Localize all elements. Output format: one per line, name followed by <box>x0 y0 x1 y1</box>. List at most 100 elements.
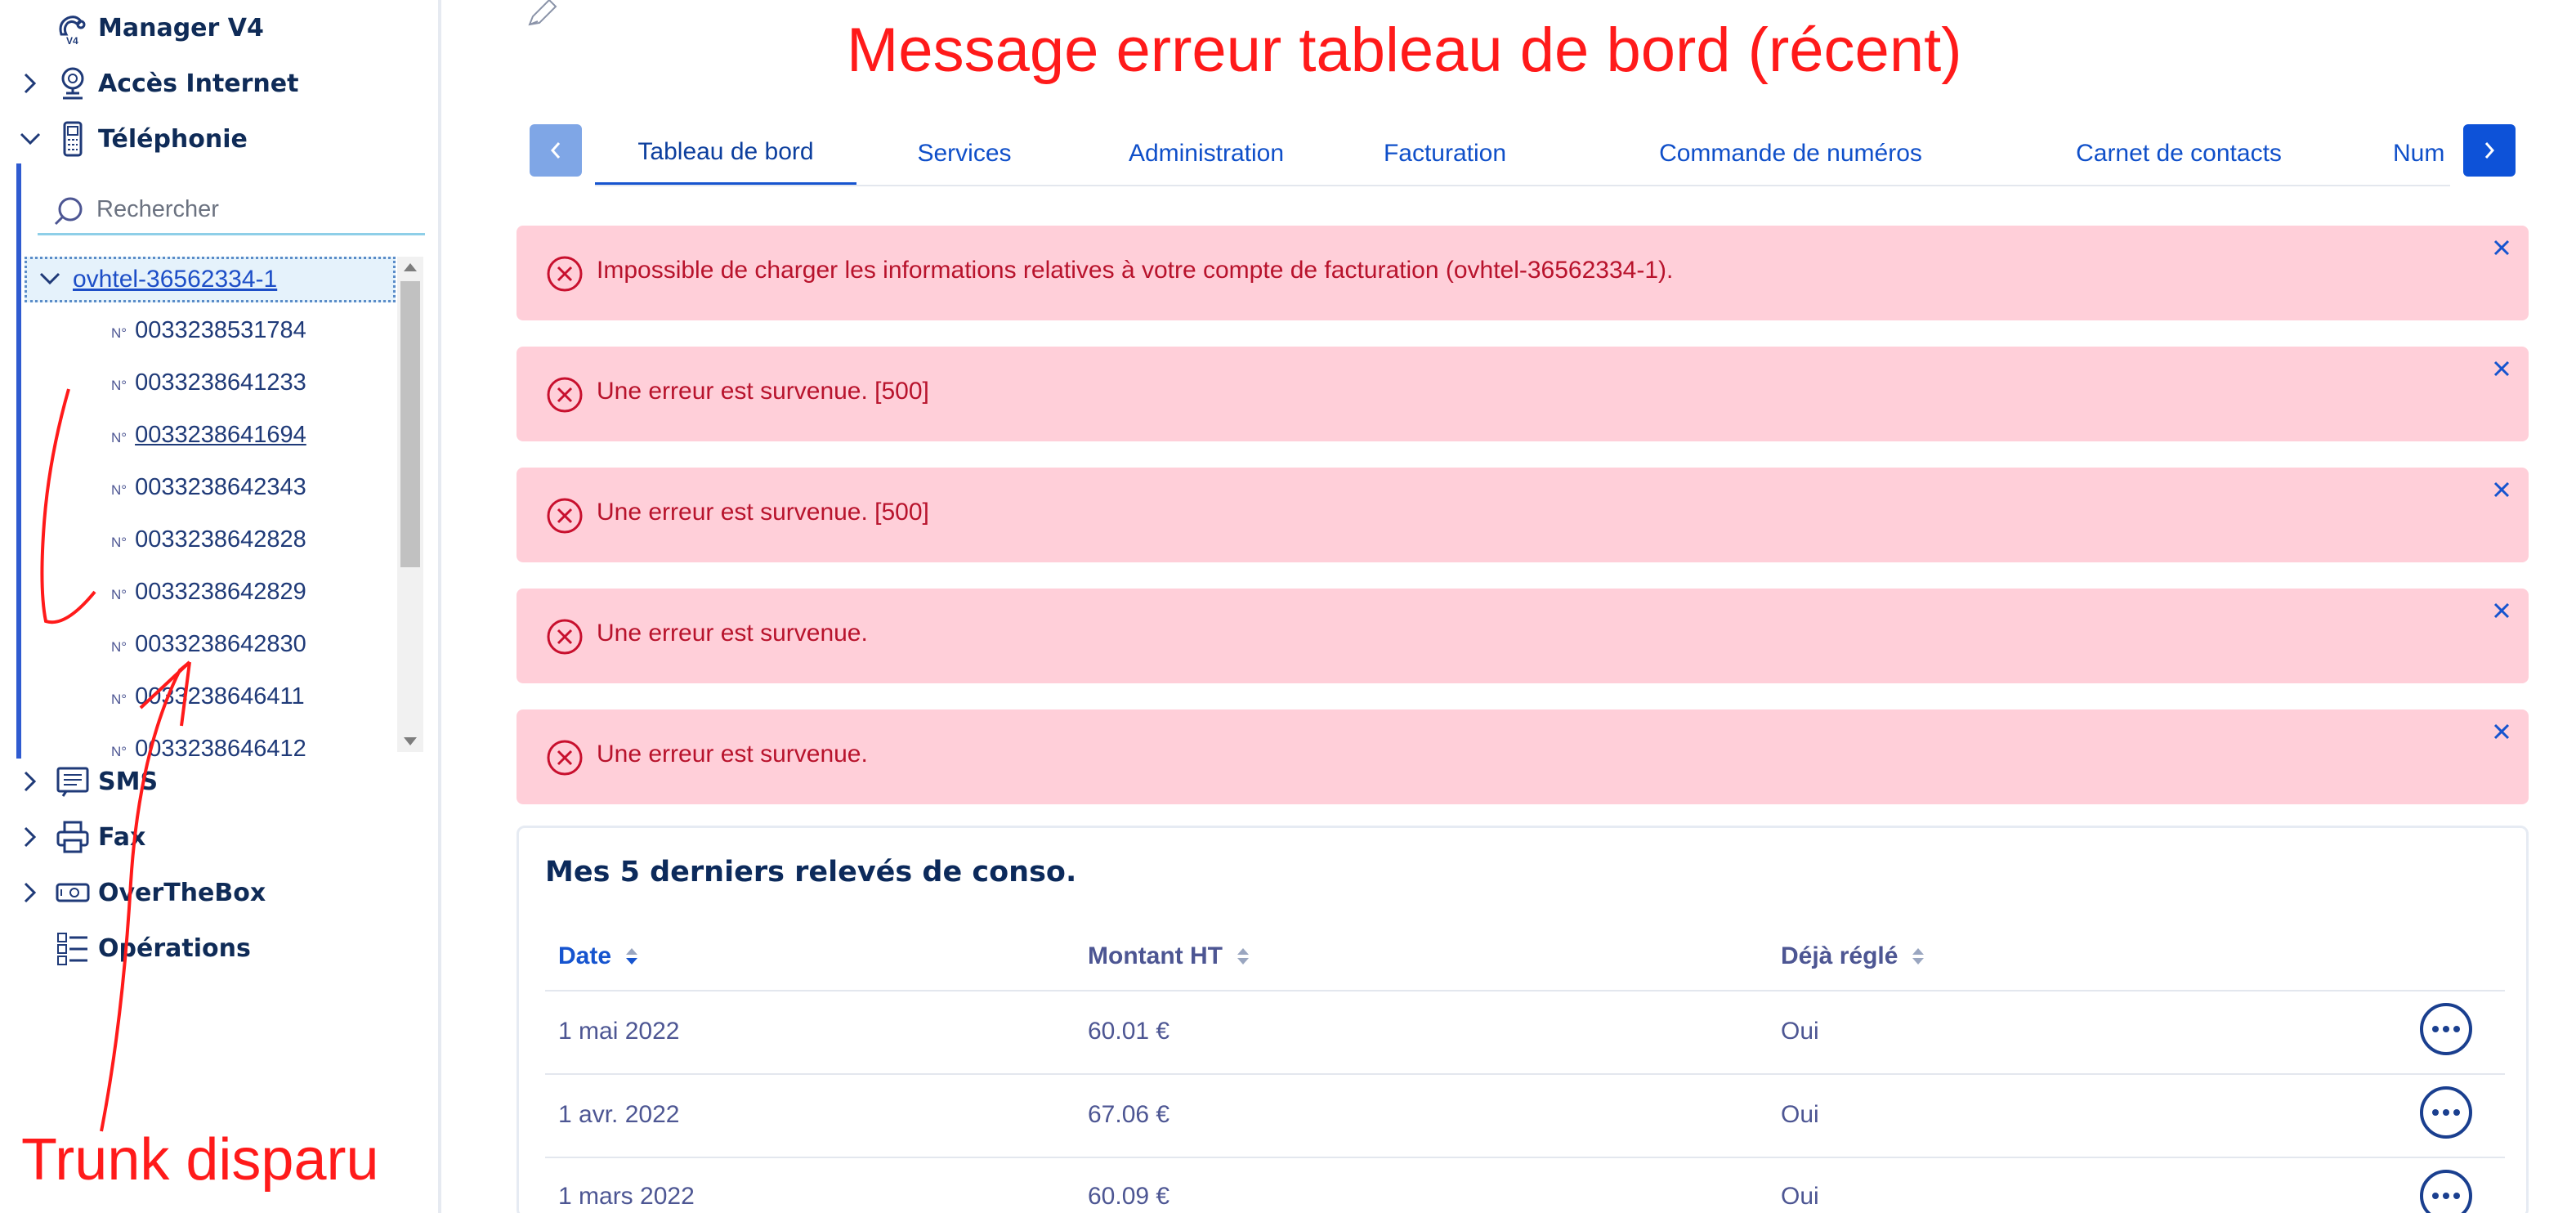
table-cell-amount: 60.01 € <box>1088 1018 1170 1045</box>
sidebar-item-label: OverTheBox <box>98 878 266 907</box>
sort-icon[interactable] <box>1912 948 1925 965</box>
sidebar-item-operations[interactable]: Opérations <box>0 924 441 973</box>
internet-access-icon <box>54 65 92 102</box>
number-value[interactable]: 0033238642828 <box>135 526 306 553</box>
error-alert: Une erreur est survenue. [500] <box>517 347 2529 441</box>
number-prefix: N° <box>111 692 127 707</box>
chevron-right-icon <box>2484 142 2495 159</box>
table-cell-paid: Oui <box>1781 1183 1819 1210</box>
chevron-down-icon[interactable] <box>38 269 61 292</box>
sidebar-item-label: Manager V4 <box>98 13 264 43</box>
close-icon[interactable] <box>2489 719 2514 744</box>
tabs-prev-button[interactable] <box>530 124 582 177</box>
tree-scrollbar[interactable] <box>397 257 423 752</box>
alert-message: Impossible de charger les informations r… <box>597 257 1674 284</box>
error-circle-icon <box>546 497 584 538</box>
tree-number-item[interactable]: N° 0033238641233 <box>111 369 306 402</box>
number-value[interactable]: 0033238531784 <box>135 317 306 344</box>
table-divider <box>545 1157 2505 1158</box>
number-prefix: N° <box>111 535 127 550</box>
sort-icon[interactable] <box>626 948 638 965</box>
tree-number-item[interactable]: N° 0033238642829 <box>111 579 306 611</box>
tree-number-item[interactable]: N° 0033238642343 <box>111 474 306 507</box>
column-header-label: Date <box>558 942 612 969</box>
sms-icon <box>54 763 92 800</box>
sidebar-item-sms[interactable]: SMS <box>0 757 441 806</box>
annotation-trunk: Trunk disparu <box>21 1127 379 1193</box>
sidebar-item-label: Opérations <box>98 933 251 963</box>
number-value[interactable]: 0033238642343 <box>135 474 306 501</box>
edit-pencil-icon[interactable] <box>526 0 559 31</box>
number-value[interactable]: 0033238646411 <box>135 683 305 710</box>
error-circle-icon <box>546 739 584 780</box>
tree-search-input[interactable]: Rechercher <box>38 186 425 235</box>
tree-root-label[interactable]: ovhtel-36562334-1 <box>73 266 277 293</box>
close-icon[interactable] <box>2489 598 2514 623</box>
number-value[interactable]: 0033238641694 <box>135 422 306 449</box>
row-actions-button[interactable] <box>2420 1086 2472 1139</box>
chevron-right-icon[interactable] <box>18 71 42 96</box>
table-cell-paid: Oui <box>1781 1018 1819 1045</box>
alert-message: Une erreur est survenue. [500] <box>597 378 929 405</box>
sidebar-item-manager-v4[interactable]: V4 Manager V4 <box>0 3 441 52</box>
error-alert: Une erreur est survenue. [500] <box>517 468 2529 562</box>
sidebar-item-internet[interactable]: Accès Internet <box>0 59 441 108</box>
close-icon[interactable] <box>2489 235 2514 260</box>
tab-num[interactable]: Num <box>2393 121 2450 185</box>
fax-icon <box>54 818 92 856</box>
chevron-left-icon <box>550 142 561 159</box>
table-cell-paid: Oui <box>1781 1101 1819 1128</box>
scroll-up-arrow-icon[interactable] <box>404 263 417 271</box>
tree-number-item[interactable]: N° 0033238641694 <box>111 422 306 454</box>
tabs-bar: Tableau de bord Services Administration … <box>595 121 2450 186</box>
row-actions-button[interactable] <box>2420 1003 2472 1055</box>
sidebar-item-fax[interactable]: Fax <box>0 812 441 862</box>
close-icon[interactable] <box>2489 356 2514 381</box>
number-value[interactable]: 0033238642829 <box>135 579 306 606</box>
v4-logo-icon: V4 <box>54 9 92 47</box>
alert-message: Une erreur est survenue. <box>597 620 868 647</box>
column-header-montant[interactable]: Montant HT <box>1088 942 1249 970</box>
tab-services[interactable]: Services <box>874 121 1054 185</box>
tab-commande-de-numeros[interactable]: Commande de numéros <box>1639 121 1942 185</box>
row-actions-button[interactable] <box>2420 1170 2472 1213</box>
close-icon[interactable] <box>2489 477 2514 502</box>
scroll-down-arrow-icon[interactable] <box>404 737 417 745</box>
column-header-deja-regle[interactable]: Déjà réglé <box>1781 942 1925 970</box>
operations-icon <box>54 929 92 967</box>
column-header-date[interactable]: Date <box>558 942 638 970</box>
tree-number-item[interactable]: N° 0033238642830 <box>111 631 306 664</box>
error-circle-icon <box>546 376 584 417</box>
search-placeholder: Rechercher <box>96 196 219 222</box>
chevron-right-icon[interactable] <box>18 825 42 849</box>
error-circle-icon <box>546 618 584 659</box>
number-prefix: N° <box>111 482 127 498</box>
tree-root-ovhtel[interactable]: ovhtel-36562334-1 <box>25 257 396 302</box>
sidebar-item-overthebox[interactable]: OverTheBox <box>0 868 441 917</box>
scrollbar-thumb[interactable] <box>400 281 420 567</box>
tab-tableau-de-bord[interactable]: Tableau de bord <box>595 121 856 185</box>
tab-carnet-de-contacts[interactable]: Carnet de contacts <box>2048 121 2310 185</box>
annotation-title: Message erreur tableau de bord (récent) <box>847 16 1962 85</box>
tree-number-item[interactable]: N° 0033238531784 <box>111 317 306 350</box>
conso-card: Mes 5 derniers relevés de conso. Date Mo… <box>517 826 2529 1213</box>
chevron-down-icon[interactable] <box>18 127 42 151</box>
error-alert: Une erreur est survenue. <box>517 709 2529 804</box>
number-value[interactable]: 0033238646412 <box>135 736 306 757</box>
error-alert: Une erreur est survenue. <box>517 589 2529 683</box>
table-cell-date: 1 mars 2022 <box>558 1183 695 1210</box>
tree-number-item[interactable]: N° 0033238646412 <box>111 736 306 757</box>
number-value[interactable]: 0033238642830 <box>135 631 306 658</box>
chevron-right-icon[interactable] <box>18 769 42 794</box>
tree-number-item[interactable]: N° 0033238646411 <box>111 683 305 716</box>
sidebar-item-telephonie[interactable]: Téléphonie <box>0 114 441 163</box>
sort-icon[interactable] <box>1237 948 1249 965</box>
tab-facturation[interactable]: Facturation <box>1347 121 1543 185</box>
sidebar-item-label: Téléphonie <box>98 124 248 154</box>
number-value[interactable]: 0033238641233 <box>135 369 306 396</box>
tabs-next-button[interactable] <box>2463 124 2516 177</box>
chevron-right-icon[interactable] <box>18 880 42 905</box>
tree-number-item[interactable]: N° 0033238642828 <box>111 526 306 559</box>
svg-text:V4: V4 <box>66 35 78 46</box>
tab-administration[interactable]: Administration <box>1089 121 1324 185</box>
